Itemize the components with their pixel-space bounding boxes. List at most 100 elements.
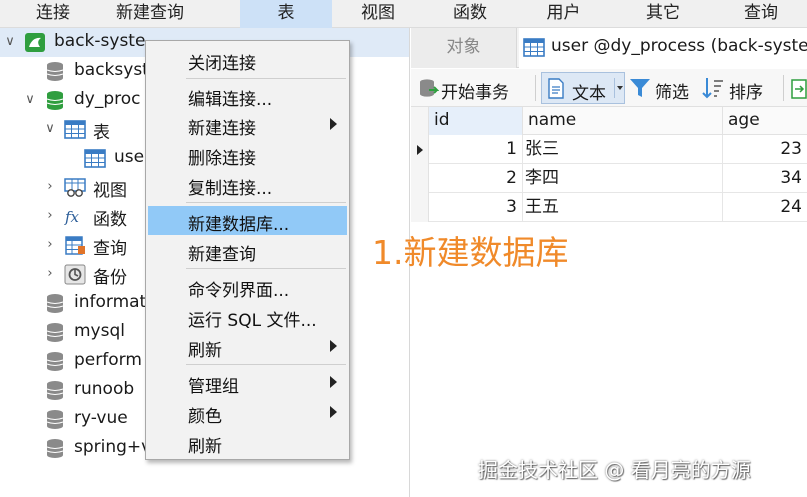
column-header-name[interactable]: name — [523, 107, 723, 135]
menu-item-label: 刷新 — [188, 437, 222, 457]
database-icon — [46, 352, 64, 371]
annotation-label: 1.新建数据库 — [372, 233, 569, 272]
grid-header: id name age — [411, 107, 807, 135]
dropdown-arrow-icon[interactable] — [617, 86, 623, 90]
menu-query[interactable]: 查询 — [715, 0, 807, 28]
submenu-arrow-icon — [330, 118, 337, 130]
menu-item-label: 运行 SQL 文件... — [188, 311, 317, 331]
menu-item-delete-connection[interactable]: 删除连接 — [148, 140, 347, 169]
filter-label: 筛选 — [655, 83, 689, 103]
submenu-arrow-icon — [330, 376, 337, 388]
database-icon — [46, 439, 64, 458]
filter-button[interactable]: 筛选 — [629, 72, 699, 104]
menu-item-close-connection[interactable]: 关闭连接 — [148, 45, 347, 74]
menu-item-color[interactable]: 颜色 — [148, 398, 347, 427]
menu-view[interactable]: 视图 — [332, 0, 424, 28]
begin-transaction-button[interactable]: 开始事务 — [417, 72, 529, 104]
chevron-down-icon[interactable]: ∨ — [43, 121, 57, 137]
cell-age[interactable]: 24 — [723, 193, 807, 222]
chevron-down-icon[interactable]: ∨ — [23, 92, 37, 108]
text-view-button[interactable]: 文本 — [541, 72, 625, 104]
import-icon[interactable] — [791, 79, 807, 99]
table-icon — [84, 149, 106, 168]
menu-item-run-sql-file[interactable]: 运行 SQL 文件... — [148, 302, 347, 331]
tree-label-database: mysql — [74, 321, 125, 341]
menu-function[interactable]: 函数 — [424, 0, 516, 28]
menu-item-label: 复制连接... — [188, 179, 273, 199]
menu-item-label: 新建连接 — [188, 119, 256, 139]
menu-item-new-query[interactable]: 新建查询 — [148, 236, 347, 265]
row-marker — [411, 164, 429, 193]
transaction-icon — [420, 79, 439, 97]
context-menu: 关闭连接 编辑连接... 新建连接 删除连接 复制连接... 新建数据库... … — [145, 40, 350, 460]
menu-new-query[interactable]: 新建查询 — [106, 0, 194, 28]
column-header-age[interactable]: age — [723, 107, 807, 135]
chevron-down-icon[interactable]: ∨ — [3, 34, 17, 50]
table-folder-icon — [64, 120, 86, 139]
cell-id[interactable]: 1 — [429, 135, 523, 164]
menu-item-edit-connection[interactable]: 编辑连接... — [148, 81, 347, 110]
view-icon — [64, 178, 86, 197]
toolbar-divider — [783, 75, 784, 101]
tree-label-database: runoob — [74, 379, 135, 399]
tree-label-tables: 表 — [93, 123, 110, 143]
tree-label-database: backsyst — [74, 60, 149, 80]
tree-label-connection: back-syste — [54, 31, 146, 51]
menu-connection[interactable]: 连接 — [0, 0, 106, 28]
cell-age[interactable]: 34 — [723, 164, 807, 193]
menu-item-refresh-submenu[interactable]: 刷新 — [148, 332, 347, 361]
tree-label-functions: 函数 — [93, 210, 127, 230]
menu-user[interactable]: 用户 — [516, 0, 611, 28]
menu-item-label: 命令列界面... — [188, 281, 290, 301]
menu-item-label: 刷新 — [188, 341, 222, 361]
tree-label-database: ry-vue — [74, 408, 128, 428]
menu-item-refresh[interactable]: 刷新 — [148, 428, 347, 457]
tree-label-table: use — [114, 147, 145, 167]
cell-age[interactable]: 23 — [723, 135, 807, 164]
current-row-icon — [417, 145, 423, 155]
menu-item-command-line[interactable]: 命令列界面... — [148, 272, 347, 301]
menu-item-label: 编辑连接... — [188, 90, 273, 110]
toolbar-divider — [535, 75, 536, 101]
begin-transaction-label: 开始事务 — [441, 83, 509, 103]
menu-item-label: 关闭连接 — [188, 54, 256, 74]
cell-id[interactable]: 2 — [429, 164, 523, 193]
sort-button[interactable]: 排序 — [701, 72, 773, 104]
table-row[interactable]: 2 李四 34 — [411, 164, 807, 193]
menu-item-new-connection[interactable]: 新建连接 — [148, 110, 347, 139]
tab-bar: 对象 user @dy_process (back-syste — [411, 28, 807, 68]
query-icon — [65, 236, 85, 255]
row-marker-header — [411, 107, 429, 135]
table-row[interactable]: 1 张三 23 — [411, 135, 807, 164]
cell-name[interactable]: 王五 — [523, 193, 723, 222]
tab-objects[interactable]: 对象 — [411, 28, 517, 68]
chevron-right-icon[interactable]: › — [43, 208, 57, 224]
row-marker — [411, 135, 429, 164]
function-icon: fx — [64, 208, 80, 226]
menu-other[interactable]: 其它 — [611, 0, 715, 28]
filter-icon — [630, 79, 650, 97]
menu-item-label: 删除连接 — [188, 149, 256, 169]
menu-table[interactable]: 表 — [240, 0, 332, 28]
menu-item-label: 管理组 — [188, 377, 239, 397]
table-row[interactable]: 3 王五 24 — [411, 193, 807, 222]
column-header-id[interactable]: id — [429, 107, 523, 135]
cell-name[interactable]: 张三 — [523, 135, 723, 164]
menu-separator — [186, 364, 346, 365]
chevron-right-icon[interactable]: › — [43, 237, 57, 253]
row-marker — [411, 193, 429, 222]
chevron-right-icon[interactable]: › — [43, 266, 57, 282]
cell-id[interactable]: 3 — [429, 193, 523, 222]
database-icon — [46, 410, 64, 429]
tab-table-user[interactable]: user @dy_process (back-syste — [519, 28, 807, 68]
tree-label-queries: 查询 — [93, 239, 127, 259]
menu-item-new-database[interactable]: 新建数据库... — [148, 206, 347, 235]
data-grid: id name age 1 张三 23 2 李四 34 3 王五 24 — [411, 107, 807, 497]
chevron-right-icon[interactable]: › — [43, 179, 57, 195]
menu-item-manage-groups[interactable]: 管理组 — [148, 368, 347, 397]
menu-item-copy-connection[interactable]: 复制连接... — [148, 170, 347, 199]
database-icon — [46, 381, 64, 400]
cell-name[interactable]: 李四 — [523, 164, 723, 193]
sort-label: 排序 — [729, 83, 763, 103]
menu-item-label: 新建查询 — [188, 245, 256, 265]
